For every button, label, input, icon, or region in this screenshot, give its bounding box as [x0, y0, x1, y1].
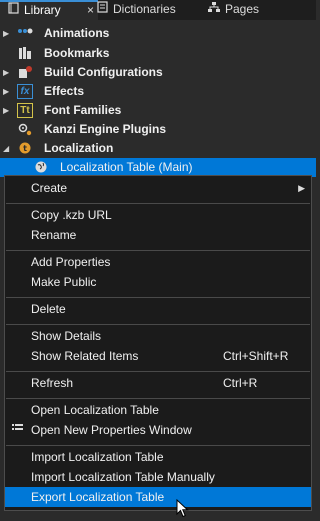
menu-item-label: Export Localization Table: [31, 490, 165, 504]
tree-item-label: Kanzi Engine Plugins: [44, 122, 167, 136]
tab-dictionaries[interactable]: Dictionaries: [96, 0, 176, 20]
menu-separator: [6, 445, 310, 446]
menu-item-import-localization-table[interactable]: Import Localization Table: [5, 447, 311, 467]
tree-item-localization[interactable]: ◢ t Localization: [0, 139, 316, 158]
menu-item-copy-kzb-url[interactable]: Copy .kzb URL: [5, 205, 311, 225]
menu-item-label: Create: [31, 181, 68, 195]
menu-item-open-localization-table[interactable]: Open Localization Table: [5, 400, 311, 420]
menu-item-label: Add Properties: [31, 255, 111, 269]
menu-item-label: Make Public: [31, 275, 97, 289]
localization-icon: t: [17, 141, 33, 156]
menu-item-import-localization-table-manually[interactable]: Import Localization Table Manually: [5, 467, 311, 487]
tab-label: Dictionaries: [113, 2, 176, 16]
expand-arrow-icon[interactable]: ▶: [3, 82, 11, 101]
menu-item-label: Import Localization Table Manually: [31, 470, 215, 484]
dictionary-icon: [96, 0, 108, 19]
menu-item-create[interactable]: Create ▶: [5, 178, 311, 198]
pages-icon: [208, 0, 220, 19]
menu-item-open-new-properties-window[interactable]: Open New Properties Window: [5, 420, 311, 440]
build-config-icon: [17, 65, 33, 80]
tab-library[interactable]: Library ×: [0, 0, 98, 20]
menu-separator: [6, 398, 310, 399]
tree-item-label: Font Families: [44, 103, 122, 117]
tree-item-label: Bookmarks: [44, 46, 110, 60]
menu-item-rename[interactable]: Rename: [5, 225, 311, 245]
menu-item-show-details[interactable]: Show Details: [5, 326, 311, 346]
menu-item-label: Rename: [31, 228, 77, 242]
menu-item-delete[interactable]: Delete: [5, 299, 311, 319]
expand-arrow-icon[interactable]: ▶: [3, 24, 11, 43]
menu-separator: [6, 297, 310, 298]
tree-item-font-families[interactable]: ▶ Tt Font Families: [0, 101, 316, 120]
tree-item-build-configurations[interactable]: ▶ Build Configurations: [0, 63, 316, 82]
expand-arrow-icon[interactable]: ▶: [3, 63, 11, 82]
tab-pages[interactable]: Pages: [208, 0, 259, 20]
properties-list-icon: [12, 420, 23, 440]
tree-item-label: Localization: [44, 141, 114, 155]
effects-icon: fx: [17, 84, 33, 99]
library-tree: ▶ Animations Bookmarks ▶ Build Configura…: [0, 20, 316, 190]
bookmark-icon: [17, 46, 33, 61]
menu-item-label: Import Localization Table: [31, 450, 164, 464]
panel-tab-strip: Library × Dictionaries Pages: [0, 0, 316, 20]
close-icon[interactable]: ×: [87, 2, 94, 19]
globe-icon: [33, 160, 49, 175]
menu-item-shortcut: Ctrl+Shift+R: [223, 349, 289, 363]
menu-separator: [6, 203, 310, 204]
book-icon: [7, 2, 19, 19]
tree-item-kanzi-engine-plugins[interactable]: Kanzi Engine Plugins: [0, 120, 316, 139]
menu-item-label: Refresh: [31, 376, 74, 390]
animation-icon: [17, 26, 33, 41]
menu-item-label: Delete: [31, 302, 66, 316]
svg-text:t: t: [23, 144, 27, 153]
tab-label: Library: [24, 3, 61, 17]
tab-label: Pages: [225, 2, 260, 16]
menu-item-show-related-items[interactable]: Show Related Items Ctrl+Shift+R: [5, 346, 311, 366]
menu-item-export-localization-table[interactable]: Export Localization Table: [5, 487, 311, 507]
context-menu: Create ▶ Copy .kzb URL Rename Add Proper…: [4, 175, 312, 511]
menu-item-refresh[interactable]: Refresh Ctrl+R: [5, 373, 311, 393]
font-icon: Tt: [17, 103, 33, 118]
tree-item-effects[interactable]: ▶ fx Effects: [0, 82, 316, 101]
menu-item-make-public[interactable]: Make Public: [5, 272, 311, 292]
submenu-arrow-icon: ▶: [298, 183, 305, 193]
menu-item-label: Show Related Items: [31, 349, 139, 363]
menu-item-label: Open Localization Table: [31, 403, 159, 417]
menu-item-shortcut: Ctrl+R: [223, 376, 258, 390]
menu-item-label: Copy .kzb URL: [31, 208, 112, 222]
tree-item-label: Effects: [44, 84, 85, 98]
menu-item-label: Show Details: [31, 329, 102, 343]
menu-separator: [6, 324, 310, 325]
menu-separator: [6, 371, 310, 372]
menu-item-label: Open New Properties Window: [31, 423, 192, 437]
menu-item-add-properties[interactable]: Add Properties: [5, 252, 311, 272]
menu-separator: [6, 250, 310, 251]
plugin-icon: [17, 122, 33, 137]
collapse-arrow-icon[interactable]: ◢: [3, 139, 11, 158]
tree-item-bookmarks[interactable]: Bookmarks: [0, 44, 316, 63]
tree-item-label: Build Configurations: [44, 65, 163, 79]
tree-item-animations[interactable]: ▶ Animations: [0, 24, 316, 43]
expand-arrow-icon[interactable]: ▶: [3, 101, 11, 120]
tree-item-label: Animations: [44, 26, 110, 40]
